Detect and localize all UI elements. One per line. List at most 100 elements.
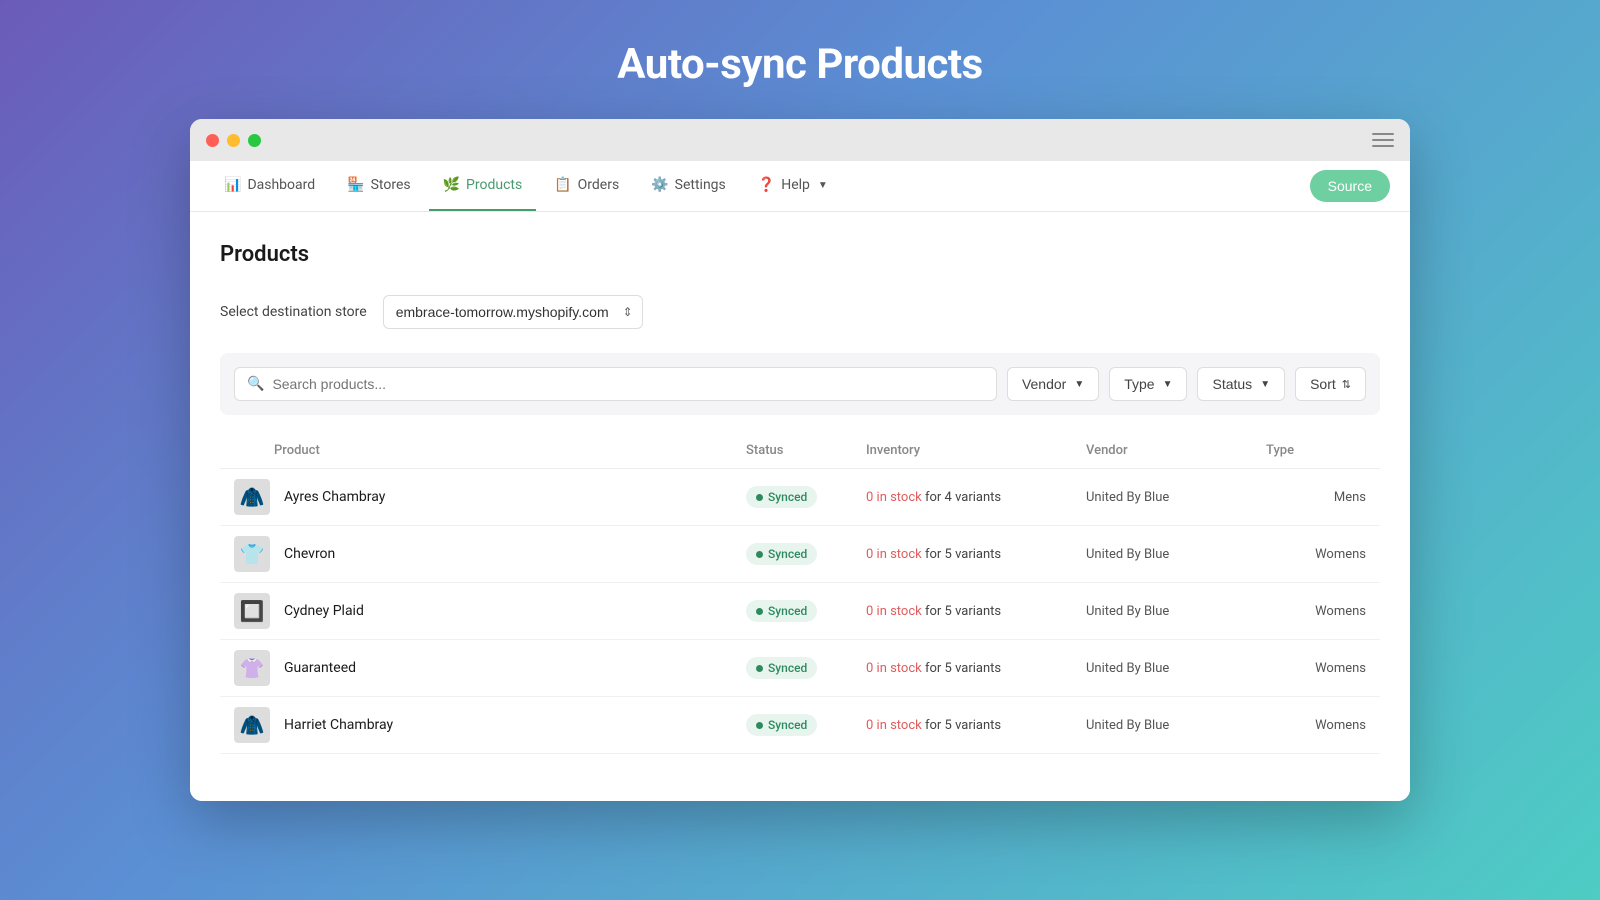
traffic-lights <box>206 134 261 147</box>
nav-help[interactable]: ❓ Help ▼ <box>744 161 842 211</box>
out-of-stock-label: 0 in stock <box>866 547 922 562</box>
products-table: Product Status Inventory Vendor Type 🧥 A… <box>220 433 1380 754</box>
product-name: Cydney Plaid <box>274 603 746 619</box>
store-select-wrapper: embrace-tomorrow.myshopify.com ⇕ <box>383 295 643 329</box>
status-badge: Synced <box>746 657 817 679</box>
inventory-variants: for 5 variants <box>925 604 1001 619</box>
stores-icon: 🏪 <box>347 177 364 193</box>
out-of-stock-label: 0 in stock <box>866 490 922 505</box>
nav-help-label: Help <box>781 177 810 193</box>
product-vendor: United By Blue <box>1086 661 1266 676</box>
table-row[interactable]: 🔲 Cydney Plaid Synced 0 in stock for 5 v… <box>220 583 1380 640</box>
nav-dashboard-label: Dashboard <box>247 177 315 193</box>
status-dot-icon <box>756 551 763 558</box>
type-filter-label: Type <box>1124 376 1154 392</box>
nav-orders[interactable]: 📋 Orders <box>540 161 633 211</box>
product-vendor: United By Blue <box>1086 490 1266 505</box>
product-thumbnail: 🔲 <box>234 593 270 629</box>
product-vendor: United By Blue <box>1086 718 1266 733</box>
inventory-variants: for 4 variants <box>925 490 1001 505</box>
product-status: Synced <box>746 486 866 509</box>
table-row[interactable]: 👕 Chevron Synced 0 in stock for 5 varian… <box>220 526 1380 583</box>
header-inventory: Inventory <box>866 443 1086 458</box>
filter-bar: 🔍 Vendor ▼ Type ▼ Status ▼ Sort ⇅ <box>220 353 1380 415</box>
product-type: Womens <box>1266 547 1366 562</box>
status-badge: Synced <box>746 714 817 736</box>
product-thumbnail: 🧥 <box>234 707 270 743</box>
navbar: 📊 Dashboard 🏪 Stores 🌿 Products 📋 Orders… <box>190 161 1410 212</box>
product-vendor: United By Blue <box>1086 547 1266 562</box>
nav-products[interactable]: 🌿 Products <box>429 161 537 211</box>
status-dot-icon <box>756 608 763 615</box>
status-dot-icon <box>756 494 763 501</box>
product-rows: 🧥 Ayres Chambray Synced 0 in stock for 4… <box>220 469 1380 754</box>
product-vendor: United By Blue <box>1086 604 1266 619</box>
main-content: Products Select destination store embrac… <box>190 212 1410 774</box>
store-select[interactable]: embrace-tomorrow.myshopify.com <box>383 295 643 329</box>
product-name: Ayres Chambray <box>274 489 746 505</box>
search-icon: 🔍 <box>247 376 264 392</box>
product-thumbnail: 👚 <box>234 650 270 686</box>
product-inventory: 0 in stock for 5 variants <box>866 718 1086 733</box>
content-area: 📊 Dashboard 🏪 Stores 🌿 Products 📋 Orders… <box>190 161 1410 801</box>
header-status: Status <box>746 443 866 458</box>
product-status: Synced <box>746 600 866 623</box>
search-box: 🔍 <box>234 367 997 401</box>
orders-icon: 📋 <box>554 177 571 193</box>
status-dot-icon <box>756 722 763 729</box>
store-selector-row: Select destination store embrace-tomorro… <box>220 295 1380 329</box>
product-type: Womens <box>1266 718 1366 733</box>
search-input[interactable] <box>272 376 984 392</box>
product-status: Synced <box>746 714 866 737</box>
sort-icon: ⇅ <box>1342 378 1351 391</box>
nav-stores[interactable]: 🏪 Stores <box>333 161 424 211</box>
source-button[interactable]: Source <box>1310 170 1390 202</box>
maximize-button[interactable] <box>248 134 261 147</box>
product-inventory: 0 in stock for 5 variants <box>866 661 1086 676</box>
type-filter-button[interactable]: Type ▼ <box>1109 367 1187 401</box>
out-of-stock-label: 0 in stock <box>866 604 922 619</box>
inventory-variants: for 5 variants <box>925 718 1001 733</box>
inventory-variants: for 5 variants <box>925 547 1001 562</box>
status-filter-button[interactable]: Status ▼ <box>1197 367 1285 401</box>
table-header: Product Status Inventory Vendor Type <box>220 433 1380 469</box>
table-row[interactable]: 👚 Guaranteed Synced 0 in stock for 5 var… <box>220 640 1380 697</box>
status-filter-label: Status <box>1212 376 1252 392</box>
nav-items: 📊 Dashboard 🏪 Stores 🌿 Products 📋 Orders… <box>210 161 1310 211</box>
page-title: Auto-sync Products <box>617 40 982 89</box>
vendor-filter-button[interactable]: Vendor ▼ <box>1007 367 1099 401</box>
product-name: Chevron <box>274 546 746 562</box>
out-of-stock-label: 0 in stock <box>866 661 922 676</box>
header-thumb <box>234 443 274 458</box>
product-status: Synced <box>746 543 866 566</box>
status-dot-icon <box>756 665 763 672</box>
vendor-filter-label: Vendor <box>1022 376 1066 392</box>
help-icon: ❓ <box>758 177 775 193</box>
table-row[interactable]: 🧥 Ayres Chambray Synced 0 in stock for 4… <box>220 469 1380 526</box>
menu-button[interactable] <box>1372 133 1394 147</box>
section-title: Products <box>220 242 1380 267</box>
product-type: Mens <box>1266 490 1366 505</box>
nav-orders-label: Orders <box>578 177 620 193</box>
nav-settings[interactable]: ⚙️ Settings <box>637 161 740 211</box>
out-of-stock-label: 0 in stock <box>866 718 922 733</box>
dashboard-icon: 📊 <box>224 177 241 193</box>
status-badge: Synced <box>746 543 817 565</box>
product-name: Harriet Chambray <box>274 717 746 733</box>
product-inventory: 0 in stock for 4 variants <box>866 490 1086 505</box>
nav-dashboard[interactable]: 📊 Dashboard <box>210 161 329 211</box>
product-status: Synced <box>746 657 866 680</box>
minimize-button[interactable] <box>227 134 240 147</box>
products-icon: 🌿 <box>443 177 460 193</box>
status-chevron-icon: ▼ <box>1260 379 1270 390</box>
vendor-chevron-icon: ▼ <box>1074 379 1084 390</box>
status-badge: Synced <box>746 486 817 508</box>
header-type: Type <box>1266 443 1366 458</box>
table-row[interactable]: 🧥 Harriet Chambray Synced 0 in stock for… <box>220 697 1380 754</box>
sort-button[interactable]: Sort ⇅ <box>1295 367 1366 401</box>
product-thumbnail: 🧥 <box>234 479 270 515</box>
product-name: Guaranteed <box>274 660 746 676</box>
type-chevron-icon: ▼ <box>1163 379 1173 390</box>
product-thumbnail: 👕 <box>234 536 270 572</box>
close-button[interactable] <box>206 134 219 147</box>
